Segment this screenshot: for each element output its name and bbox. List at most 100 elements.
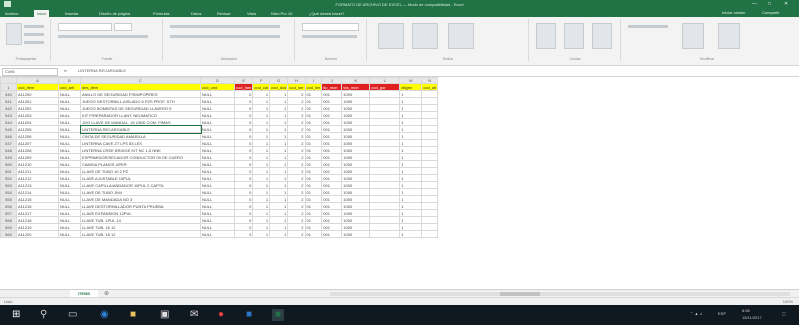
clock-date[interactable]: 15/11/2017 (742, 315, 762, 320)
table-cell[interactable]: 0 (233, 125, 254, 133)
table-cell[interactable]: A11220 (16, 230, 59, 238)
alignment-buttons-bottom[interactable] (170, 35, 280, 38)
field-header-cell[interactable]: cod_fam (233, 83, 254, 91)
table-cell[interactable] (421, 209, 439, 217)
table-cell[interactable]: NULL (58, 111, 81, 119)
table-cell[interactable]: NULL (200, 209, 235, 217)
excel-icon[interactable]: ■ (272, 309, 285, 321)
table-cell[interactable]: NULL (58, 125, 81, 133)
table-cell[interactable]: 1 (399, 146, 423, 154)
table-cell[interactable]: 2 (287, 209, 306, 217)
field-header-cell[interactable]: cod_gsr (369, 83, 401, 91)
table-cell[interactable] (421, 132, 439, 140)
table-cell[interactable]: 01 (304, 160, 323, 168)
table-row[interactable]: 553 A11213 NULL LLAVE CAPILLA/ANDADOR 10PUL… (0, 181, 439, 189)
table-cell[interactable]: 1 (252, 188, 271, 196)
table-cell[interactable]: 1 (269, 125, 289, 133)
row-header[interactable]: 540 (0, 90, 17, 98)
table-cell[interactable]: CINTA DE SEGURIDAD AMARILLA (80, 132, 201, 140)
table-cell[interactable]: LINTERNA RECARGABLE (79, 124, 202, 134)
font-size-select[interactable] (114, 23, 132, 31)
table-row[interactable]: 555 A11215 NULL LLAVE DE MANDADA NO 3 NULL 0 1… (0, 195, 439, 203)
table-cell[interactable]: A11214 (16, 188, 59, 196)
tab-formulas[interactable]: Fórmulas (150, 10, 173, 17)
table-cell[interactable]: NULL (58, 181, 81, 189)
table-cell[interactable]: 1 (399, 230, 423, 238)
table-cell[interactable]: 1000 (341, 118, 371, 126)
table-cell[interactable]: 1 (252, 209, 271, 217)
table-cell[interactable]: 001 (321, 167, 343, 175)
table-row[interactable]: 542 A11202 NULL JUEGO BOMBITAS DE SEGURIDAD… (0, 104, 439, 112)
table-cell[interactable] (421, 174, 439, 182)
table-cell[interactable] (369, 195, 401, 203)
table-row[interactable]: 547 A11207 NULL LINTERNA CAVE ZT LPS 83 LEX… (0, 139, 439, 147)
table-cell[interactable]: 1 (399, 153, 423, 161)
table-cell[interactable] (421, 195, 439, 203)
table-cell[interactable]: 0 (233, 188, 254, 196)
table-cell[interactable]: A11211 (16, 167, 59, 175)
table-cell[interactable]: LLAVE TUB. 18 12 (80, 230, 201, 238)
table-cell[interactable]: LINTERNA CREE BRIDGE KIT NC 1-5 NNK (80, 146, 201, 154)
table-cell[interactable]: 2 (287, 230, 306, 238)
table-row[interactable]: 548 A11208 NULL LINTERNA CREE BRIDGE KIT NC… (0, 146, 439, 154)
table-cell[interactable]: 1 (399, 167, 423, 175)
table-cell[interactable]: 2 (287, 188, 306, 196)
table-cell[interactable]: NULL (200, 188, 235, 196)
table-cell[interactable]: 01 (304, 90, 323, 98)
table-cell[interactable]: 2 (287, 111, 306, 119)
table-cell[interactable]: 1 (399, 139, 423, 147)
table-row[interactable]: 560 A11220 NULL LLAVE TUB. 18 12 NULL 0 1 1 2 01 0… (0, 230, 439, 238)
table-cell[interactable]: NULL (58, 216, 81, 224)
tab-vista[interactable]: Vista (244, 10, 259, 17)
table-cell[interactable]: 1 (399, 90, 423, 98)
table-row[interactable]: 544 A11204 NULL JGO LLAVE DE MANDAL. 18 UNI… (0, 118, 439, 126)
table-cell[interactable]: 01 (304, 230, 323, 238)
table-cell[interactable] (421, 160, 439, 168)
table-cell[interactable]: 1 (252, 216, 271, 224)
table-cell[interactable]: NULL (58, 139, 81, 147)
table-cell[interactable]: 001 (321, 111, 343, 119)
table-cell[interactable]: JUEGO DESTORNILL.AISLADO 6 PZS PROF. STH (80, 97, 201, 105)
table-cell[interactable]: 1 (399, 202, 423, 210)
table-cell[interactable]: 2 (287, 118, 306, 126)
table-cell[interactable]: NULL (58, 104, 81, 112)
font-format-buttons[interactable] (58, 35, 148, 38)
table-cell[interactable]: 1000 (341, 97, 371, 105)
table-cell[interactable]: 2 (287, 223, 306, 231)
table-cell[interactable] (421, 202, 439, 210)
table-cell[interactable]: 1 (252, 125, 271, 133)
table-cell[interactable]: NULL (200, 90, 235, 98)
clock-time[interactable]: 8:58 (742, 308, 750, 313)
table-cell[interactable]: A11217 (16, 209, 59, 217)
table-cell[interactable]: 001 (321, 97, 343, 105)
table-cell[interactable]: 0 (233, 181, 254, 189)
field-header-cell[interactable]: tip_mon (321, 83, 343, 91)
table-cell[interactable]: JGO LLAVE DE MANDAL. 18 UNID COM. PIMAS (80, 118, 201, 126)
find-select-icon[interactable] (718, 23, 740, 49)
autosum-button[interactable] (628, 25, 668, 28)
table-cell[interactable]: 1 (269, 202, 289, 210)
table-cell[interactable]: 2 (287, 153, 306, 161)
table-cell[interactable]: 1 (399, 125, 423, 133)
table-cell[interactable]: 1 (399, 118, 423, 126)
table-cell[interactable]: 01 (304, 118, 323, 126)
table-cell[interactable] (421, 167, 439, 175)
table-cell[interactable]: 1000 (341, 188, 371, 196)
table-cell[interactable]: 1000 (341, 160, 371, 168)
table-cell[interactable]: 1 (252, 146, 271, 154)
table-cell[interactable]: 0 (233, 153, 254, 161)
table-cell[interactable] (369, 216, 401, 224)
table-cell[interactable]: 001 (321, 230, 343, 238)
table-cell[interactable]: NULL (200, 139, 235, 147)
table-cell[interactable]: 1000 (341, 167, 371, 175)
table-cell[interactable]: 1 (252, 90, 271, 98)
table-cell[interactable]: 0 (233, 202, 254, 210)
table-cell[interactable]: 1 (269, 174, 289, 182)
row-header[interactable]: 545 (0, 125, 17, 133)
table-cell[interactable]: 001 (321, 153, 343, 161)
field-header-cell[interactable]: cod_arti (58, 83, 81, 91)
table-cell[interactable]: 1000 (341, 104, 371, 112)
table-row[interactable]: 546 A11206 NULL CINTA DE SEGURIDAD AMARILLA… (0, 132, 439, 140)
table-cell[interactable] (369, 153, 401, 161)
table-cell[interactable]: 001 (321, 90, 343, 98)
